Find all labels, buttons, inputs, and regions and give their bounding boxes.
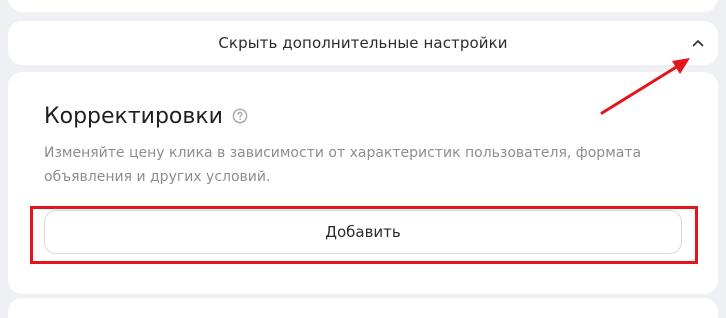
next-section-card — [8, 298, 718, 318]
adjustments-title: Корректировки — [44, 104, 223, 129]
adjustments-card: Корректировки Изменяйте цену клика в зав… — [8, 72, 718, 294]
question-circle-icon[interactable] — [232, 108, 248, 124]
previous-section-card — [8, 0, 718, 12]
hide-advanced-settings-label: Скрыть дополнительные настройки — [218, 34, 508, 52]
hide-advanced-settings-toggle[interactable]: Скрыть дополнительные настройки — [8, 21, 718, 65]
add-adjustment-button[interactable]: Добавить — [44, 210, 682, 254]
adjustments-description: Изменяйте цену клика в зависимости от ха… — [44, 145, 642, 185]
add-button-label: Добавить — [325, 223, 401, 241]
chevron-up-icon[interactable] — [692, 38, 704, 48]
